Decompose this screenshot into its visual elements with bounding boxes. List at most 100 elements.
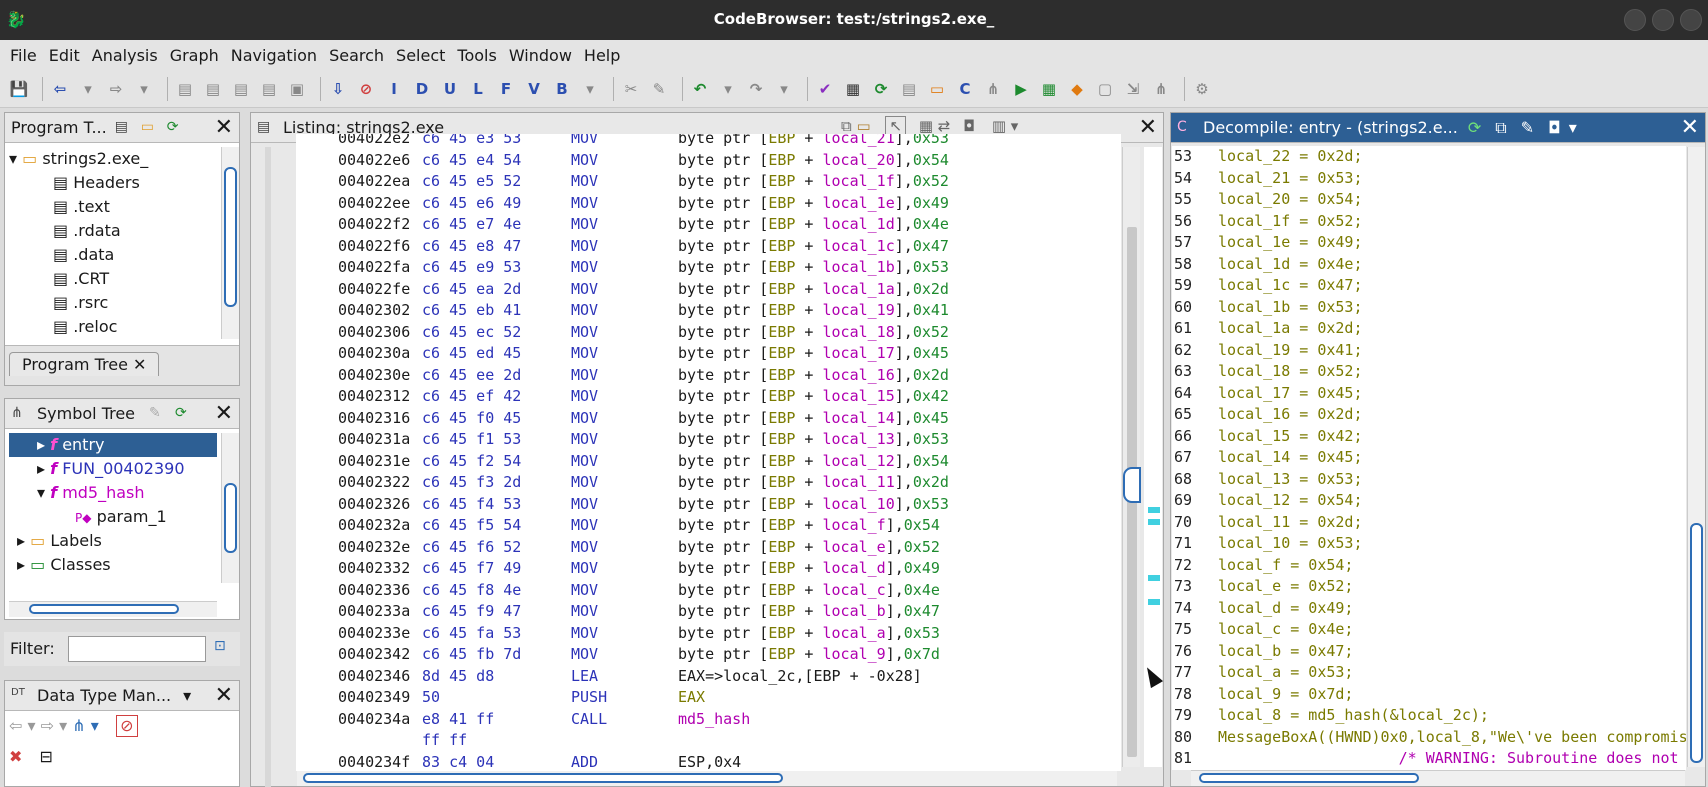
redo-icon[interactable]: ↷ bbox=[745, 78, 767, 100]
decompile-vertical-scrollbar[interactable] bbox=[1687, 147, 1705, 767]
decompile-line[interactable]: 79 local_8 = md5_hash(&local_2c); bbox=[1172, 705, 1686, 727]
local-var[interactable]: local_14 bbox=[823, 409, 895, 427]
forward-dropdown-icon[interactable]: ▾ bbox=[133, 78, 155, 100]
save-icon[interactable]: 💾 bbox=[8, 78, 30, 100]
decompile-line[interactable]: 63 local_18 = 0x52; bbox=[1172, 361, 1686, 383]
close-icon[interactable]: ✕ bbox=[215, 683, 233, 708]
menu-navigation[interactable]: Navigation bbox=[231, 46, 317, 65]
vertical-scrollbar[interactable] bbox=[221, 147, 239, 339]
local-var[interactable]: local_11 bbox=[823, 473, 895, 491]
decompile-line[interactable]: 66 local_15 = 0x42; bbox=[1172, 426, 1686, 448]
down-arrow-icon[interactable]: ⇩ bbox=[327, 78, 349, 100]
diff-icon[interactable]: ⇄ bbox=[938, 117, 951, 135]
cursor-mode-icon[interactable]: ↖ bbox=[885, 116, 907, 136]
export-icon[interactable]: ⇲ bbox=[1122, 78, 1144, 100]
tree-icon[interactable]: ⋔ bbox=[1150, 78, 1172, 100]
undefined-u-icon[interactable]: U bbox=[439, 78, 461, 100]
expand-arrow-icon[interactable]: ▸ bbox=[17, 555, 25, 574]
local-var[interactable]: local_d bbox=[823, 559, 886, 577]
scroll-thumb[interactable] bbox=[1690, 523, 1703, 763]
decompile-line[interactable]: 65 local_16 = 0x2d; bbox=[1172, 404, 1686, 426]
local-var[interactable]: local_a bbox=[823, 624, 886, 642]
decompile-line[interactable]: 64 local_17 = 0x45; bbox=[1172, 383, 1686, 405]
dtm-collapse-icon[interactable]: ⊟ bbox=[40, 747, 53, 766]
local-var[interactable]: local_18 bbox=[823, 323, 895, 341]
decompile-line[interactable]: 77 local_a = 0x53; bbox=[1172, 662, 1686, 684]
decompile-line[interactable]: 58 local_1d = 0x4e; bbox=[1172, 254, 1686, 276]
cf-icon[interactable]: C bbox=[954, 78, 976, 100]
local-var[interactable]: local_1e bbox=[823, 194, 895, 212]
local-var[interactable]: local_17 bbox=[823, 344, 895, 362]
expand-arrow-icon[interactable]: ▾ bbox=[9, 149, 17, 168]
tree-item[interactable]: ▤ .text bbox=[9, 195, 217, 219]
close-window-button[interactable] bbox=[1680, 9, 1702, 31]
local-var[interactable]: local_1f bbox=[823, 172, 895, 190]
decompile-line[interactable]: 56 local_1f = 0x52; bbox=[1172, 211, 1686, 233]
nav-next-function-icon[interactable]: ▤ bbox=[202, 78, 224, 100]
edit-fields-icon[interactable]: ▦ bbox=[919, 117, 933, 135]
nav-undefined-icon[interactable]: ▣ bbox=[286, 78, 308, 100]
decompile-line[interactable]: 68 local_13 = 0x53; bbox=[1172, 469, 1686, 491]
snapshot-icon[interactable]: ◘ bbox=[1548, 118, 1561, 137]
scroll-thumb[interactable] bbox=[224, 483, 237, 553]
edit-signature-icon[interactable]: ✎ bbox=[1521, 118, 1534, 137]
decompile-line[interactable]: 70 local_11 = 0x2d; bbox=[1172, 512, 1686, 534]
decompile-line[interactable]: 74 local_d = 0x49; bbox=[1172, 598, 1686, 620]
undo-icon[interactable]: ↶ bbox=[689, 78, 711, 100]
copy-icon[interactable]: ⧉ bbox=[1495, 118, 1506, 138]
scroll-thumb[interactable] bbox=[1123, 467, 1141, 503]
options-dropdown-icon[interactable]: ▾ bbox=[1569, 118, 1577, 137]
run-icon[interactable]: ▶ bbox=[1010, 78, 1032, 100]
expand-arrow-icon[interactable]: ▸ bbox=[17, 531, 25, 550]
decompile-code-view[interactable]: 53 local_22 = 0x2d; 54 local_21 = 0x53; 55 lo… bbox=[1172, 146, 1686, 770]
local-var[interactable]: local_21 bbox=[823, 134, 895, 147]
local-var[interactable]: local_1b bbox=[823, 258, 895, 276]
clear-icon[interactable]: ✂ bbox=[620, 78, 642, 100]
calculator-icon[interactable]: ▦ bbox=[842, 78, 864, 100]
instruction-i-icon[interactable]: I bbox=[383, 78, 405, 100]
redo-dropdown-icon[interactable]: ▾ bbox=[773, 78, 795, 100]
listing-code-view[interactable]: 004022e2 c6 45 e3 53 MOV byte ptr [EBP + lo… bbox=[296, 134, 1121, 771]
tree-item[interactable]: ▤ .data bbox=[9, 243, 217, 267]
tree-root[interactable]: ▾ ▭ strings2.exe_ bbox=[9, 147, 217, 171]
vertical-scrollbar[interactable] bbox=[221, 433, 239, 583]
local-var[interactable]: local_1c bbox=[823, 237, 895, 255]
nav-next-data-icon[interactable]: ▤ bbox=[258, 78, 280, 100]
menu-search[interactable]: Search bbox=[329, 46, 384, 65]
scroll-thumb[interactable] bbox=[29, 604, 179, 614]
diamond-icon[interactable]: ◆ bbox=[1066, 78, 1088, 100]
value-v-icon[interactable]: V bbox=[523, 78, 545, 100]
decompile-horizontal-scrollbar[interactable] bbox=[1191, 770, 1685, 786]
decompile-line[interactable]: 60 local_1b = 0x53; bbox=[1172, 297, 1686, 319]
menu-file[interactable]: File bbox=[10, 46, 37, 65]
data-d-icon[interactable]: D bbox=[411, 78, 433, 100]
symbol-item-labels[interactable]: ▸ ▭ Labels bbox=[9, 529, 217, 553]
dropdown-icon[interactable]: ▾ bbox=[183, 686, 191, 705]
symbol-item-param[interactable]: P◆ param_1 bbox=[9, 505, 217, 529]
graph-icon[interactable]: ⋔ bbox=[982, 78, 1004, 100]
tree-item[interactable]: ▤ Headers bbox=[9, 171, 217, 195]
local-var[interactable]: local_16 bbox=[823, 366, 895, 384]
scroll-thumb[interactable] bbox=[224, 167, 237, 307]
scroll-thumb[interactable] bbox=[1199, 773, 1419, 783]
menu-tools[interactable]: Tools bbox=[457, 46, 496, 65]
local-var[interactable]: local_20 bbox=[823, 151, 895, 169]
close-icon[interactable]: ✕ bbox=[1139, 115, 1157, 140]
close-icon[interactable]: ✕ bbox=[215, 115, 233, 140]
expand-arrow-icon[interactable]: ▸ bbox=[37, 435, 45, 454]
symbol-item-fun[interactable]: ▸ f FUN_00402390 bbox=[9, 457, 217, 481]
patch-icon[interactable]: ✎ bbox=[648, 78, 670, 100]
window-icon[interactable]: ▢ bbox=[1094, 78, 1116, 100]
back-dropdown-icon[interactable]: ▾ bbox=[77, 78, 99, 100]
open-folder-icon[interactable]: ▭ bbox=[141, 119, 159, 137]
back-icon[interactable]: ⇦ bbox=[49, 78, 71, 100]
tab-program-tree[interactable]: Program Tree ✕ bbox=[9, 352, 160, 376]
menu-window[interactable]: Window bbox=[509, 46, 572, 65]
local-var[interactable]: local_9 bbox=[823, 645, 886, 663]
local-var[interactable]: local_1d bbox=[823, 215, 895, 233]
menu-help[interactable]: Help bbox=[584, 46, 620, 65]
local-var[interactable]: local_12 bbox=[823, 452, 895, 470]
decompile-line[interactable]: 72 local_f = 0x54; bbox=[1172, 555, 1686, 577]
tree-item[interactable]: ▤ .reloc bbox=[9, 315, 217, 339]
local-var[interactable]: local_c bbox=[823, 581, 886, 599]
